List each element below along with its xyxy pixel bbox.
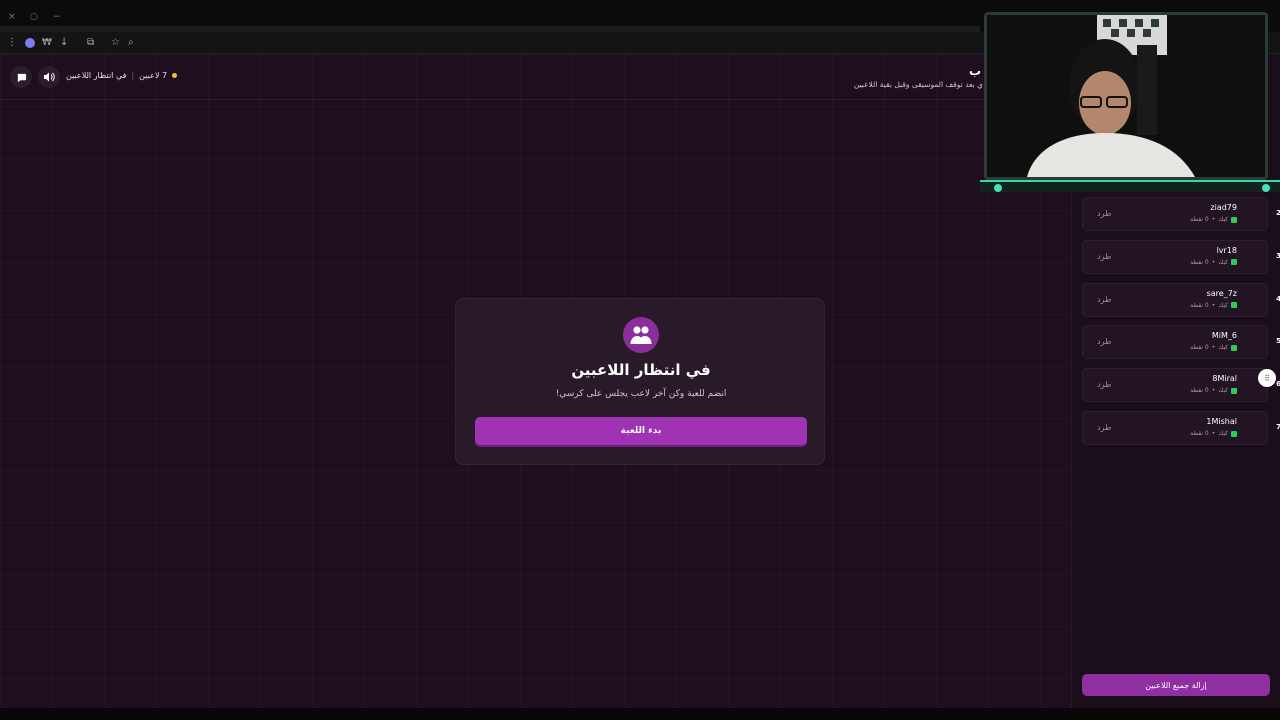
flag-icon bbox=[1231, 259, 1237, 266]
status-text: في انتظار اللاعبين bbox=[66, 71, 127, 80]
start-game-button[interactable]: بدء اللعبة bbox=[475, 417, 807, 445]
player-card: 2 ziad79 كيك • 0 نقطة طرد bbox=[1082, 197, 1280, 231]
status-dot bbox=[172, 73, 178, 78]
chat-button[interactable] bbox=[10, 66, 32, 88]
player-rank: 7 bbox=[1276, 423, 1280, 431]
player-points: 0 نقطة bbox=[1190, 301, 1209, 309]
flag-icon bbox=[1231, 430, 1237, 437]
bottom-strip bbox=[0, 708, 1280, 720]
player-points: 0 نقطة bbox=[1190, 258, 1209, 266]
webcam-overlay bbox=[980, 8, 1280, 200]
players-count: 7 لاعبين bbox=[139, 71, 168, 80]
flag-icon bbox=[1231, 344, 1237, 351]
player-status: كيك bbox=[1218, 301, 1228, 309]
player-meta: كيك • 0 نقطة bbox=[1190, 216, 1237, 223]
player-name: 8Miral bbox=[1212, 374, 1237, 384]
player-rank: 4 bbox=[1276, 294, 1280, 303]
player-rank: 6 bbox=[1276, 380, 1280, 389]
player-meta: كيك • 0 نقطة bbox=[1190, 344, 1237, 351]
player-status: كيك bbox=[1218, 216, 1228, 223]
bookmark-star-icon[interactable]: ☆ bbox=[111, 36, 120, 50]
player-meta: كيك • 0 نقطة bbox=[1190, 430, 1237, 437]
puzzle-icon[interactable]: ⧉ bbox=[87, 36, 94, 50]
streamer-image bbox=[987, 15, 1265, 177]
player-points: 0 نقطة bbox=[1190, 387, 1209, 395]
player-meta: كيك • 0 نقطة bbox=[1190, 302, 1237, 309]
player-status: كيك bbox=[1218, 258, 1228, 266]
kick-player-button[interactable]: طرد bbox=[1097, 209, 1111, 218]
webcam-video bbox=[984, 12, 1268, 180]
meta-dot: • bbox=[1211, 258, 1216, 266]
chat-icon bbox=[17, 73, 26, 82]
more-menu-icon[interactable]: ⋮ bbox=[7, 36, 17, 50]
kick-player-button[interactable]: طرد bbox=[1097, 337, 1111, 346]
speaker-icon bbox=[44, 72, 55, 82]
player-card: 3 lvr18 كيك • 0 نقطة طرد bbox=[1082, 239, 1280, 274]
player-status: كيك bbox=[1218, 344, 1228, 352]
page-subtitle: ي بعد توقف الموسيقى وقبل بقية اللاعبين bbox=[853, 80, 983, 89]
kick-player-button[interactable]: طرد bbox=[1097, 380, 1111, 389]
player-card: 7 1Mishal كيك • 0 نقطة طرد bbox=[1082, 411, 1280, 445]
player-meta: كيك • 0 نقطة bbox=[1190, 387, 1237, 394]
waiting-card: في انتظار اللاعبين انضم للعبة وكن آخر لا… bbox=[455, 298, 825, 465]
player-name: 1Mishal bbox=[1206, 417, 1237, 426]
meta-dot: • bbox=[1211, 344, 1216, 352]
player-status: كيك bbox=[1218, 387, 1228, 395]
player-meta: كيك • 0 نقطة bbox=[1190, 259, 1237, 266]
kick-player-button[interactable]: طرد bbox=[1097, 295, 1111, 304]
player-points: 0 نقطة bbox=[1190, 216, 1209, 223]
minimize-window-icon[interactable]: − bbox=[53, 12, 61, 22]
search-icon[interactable]: ⌕ bbox=[128, 36, 134, 50]
restore-window-icon[interactable]: ○ bbox=[30, 12, 38, 22]
users-icon bbox=[623, 317, 659, 353]
close-window-icon[interactable]: × bbox=[8, 12, 16, 22]
player-card: 5 MiM_6 كيك • 0 نقطة طرد bbox=[1082, 325, 1280, 360]
player-rank: 5 bbox=[1276, 337, 1280, 346]
player-rank: 2 bbox=[1276, 209, 1280, 217]
frame-heart-icon bbox=[1262, 184, 1270, 192]
player-card: 4 sare_7z كيك • 0 نقطة طرد bbox=[1082, 282, 1280, 317]
player-status: كيك bbox=[1218, 430, 1228, 437]
player-rank: 3 bbox=[1276, 251, 1280, 260]
status-separator: | bbox=[131, 71, 135, 80]
extension-icon[interactable]: ₩ bbox=[42, 36, 52, 50]
player-name: sare_7z bbox=[1206, 288, 1237, 298]
remove-all-players-button[interactable]: إزالة جميع اللاعبين bbox=[1082, 674, 1270, 696]
profile-icon[interactable] bbox=[25, 38, 35, 48]
player-name: ziad79 bbox=[1210, 203, 1237, 212]
meta-dot: • bbox=[1211, 301, 1216, 309]
player-points: 0 نقطة bbox=[1190, 344, 1209, 352]
meta-dot: • bbox=[1211, 216, 1216, 223]
player-card: 6 8Miral كيك • 0 نقطة طرد bbox=[1082, 368, 1280, 403]
sound-button[interactable] bbox=[38, 66, 60, 88]
frame-deco-dot bbox=[994, 184, 1002, 192]
flag-icon bbox=[1231, 216, 1237, 223]
flag-icon bbox=[1231, 302, 1237, 309]
player-name: lvr18 bbox=[1216, 245, 1237, 255]
webcam-frame-bar bbox=[980, 180, 1280, 192]
game-status: 7 لاعبين | في انتظار اللاعبين bbox=[66, 71, 178, 80]
player-name: MiM_6 bbox=[1211, 331, 1237, 341]
kick-player-button[interactable]: طرد bbox=[1097, 252, 1111, 261]
waiting-title: في انتظار اللاعبين bbox=[571, 361, 711, 379]
waiting-subtitle: انضم للعبة وكن آخر لاعب يجلس على كرسي! bbox=[555, 389, 727, 399]
download-icon[interactable]: ↓ bbox=[60, 36, 68, 50]
drag-handle-icon[interactable]: ⠿ bbox=[1258, 369, 1276, 387]
player-points: 0 نقطة bbox=[1190, 430, 1209, 437]
meta-dot: • bbox=[1211, 430, 1216, 437]
kick-player-button[interactable]: طرد bbox=[1097, 423, 1111, 432]
meta-dot: • bbox=[1211, 387, 1216, 395]
flag-icon bbox=[1231, 387, 1237, 394]
users-glyph bbox=[630, 326, 652, 344]
